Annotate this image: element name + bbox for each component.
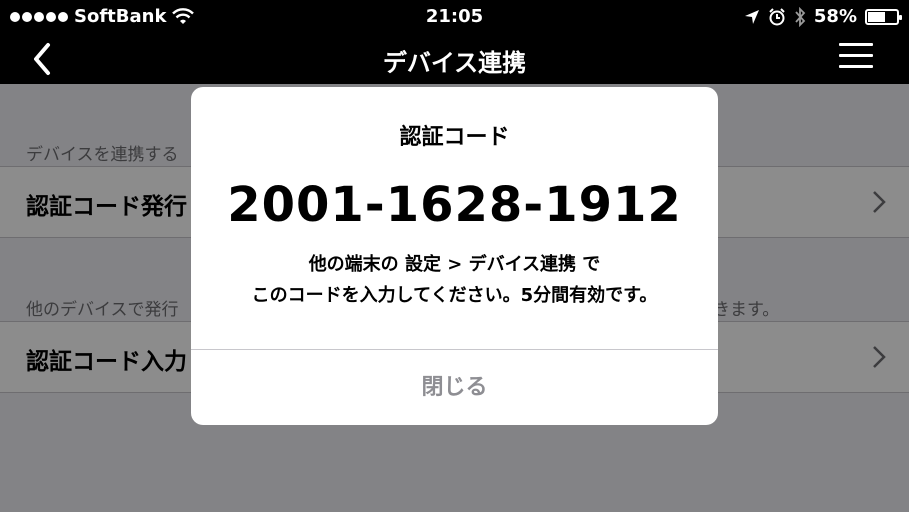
alarm-icon [769,7,785,25]
auth-code-alert: 認証コード 2001-1628-1912 他の端末の 設定 > デバイス連携 で… [191,87,718,425]
location-arrow-icon [744,9,759,24]
status-right: 58% [744,6,902,27]
page-title: デバイス連携 [382,49,527,77]
battery-percent: 58% [813,6,857,27]
bluetooth-icon [795,6,806,27]
alert-message: 他の端末の 設定 > デバイス連携 で このコードを入力してください。5分間有効… [191,249,718,311]
app-header: SoftBank 21:05 58% デバイス連携 [0,0,909,84]
status-bar: SoftBank 21:05 58% [0,0,909,33]
alert-message-line2: このコードを入力してください。5分間有効です。 [251,285,658,306]
nav-bar: デバイス連携 [0,33,909,84]
alert-title: 認証コード [399,125,510,150]
auth-code-value: 2001-1628-1912 [227,177,682,233]
hamburger-menu-icon[interactable] [839,43,873,71]
battery-level [868,11,886,22]
battery-icon [865,8,902,25]
close-button[interactable]: 閉じる [191,350,718,425]
alert-message-line1: 他の端末の 設定 > デバイス連携 で [308,254,601,275]
